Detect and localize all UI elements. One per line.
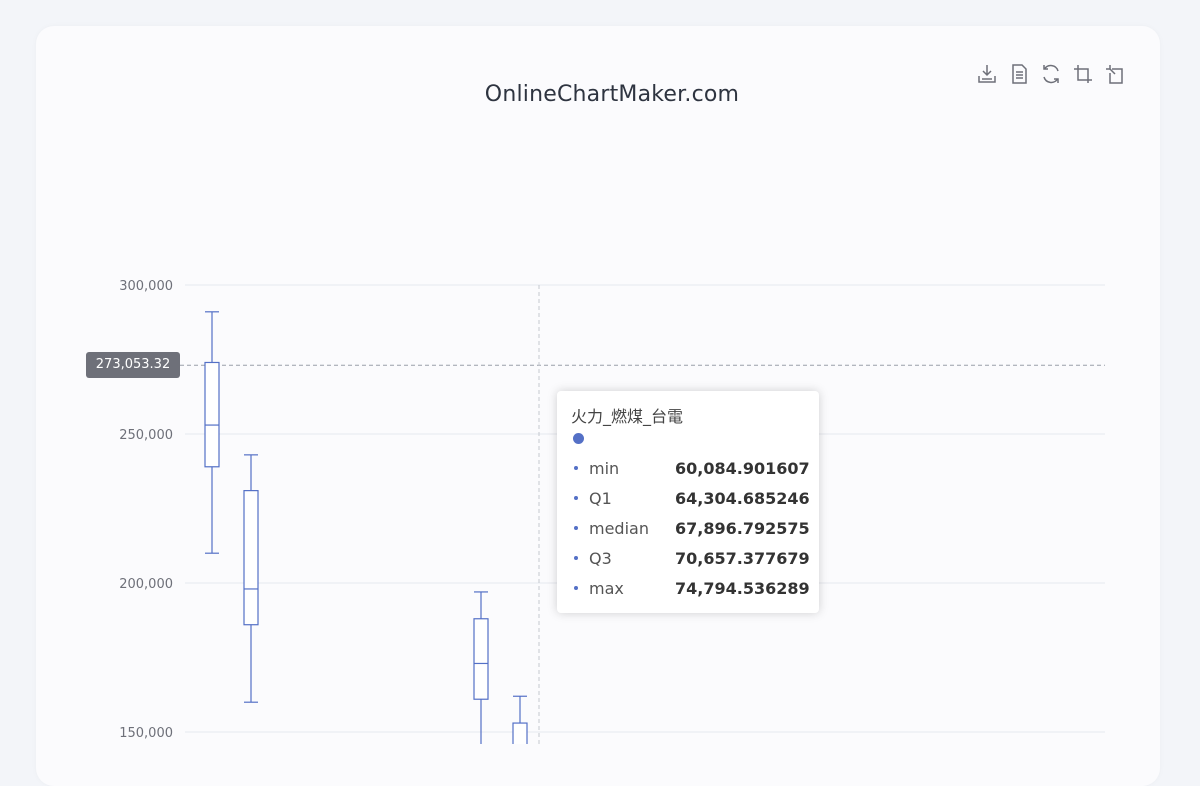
tooltip-row-value: 67,896.792575: [675, 518, 810, 538]
y-tick-label: 250,000: [119, 428, 173, 443]
boxplot-chart: 300,000 250,000 200,000 150,000: [119, 279, 1105, 744]
bullet-icon: [574, 586, 578, 590]
tooltip-row-label: median: [589, 518, 649, 538]
box-1[interactable]: [204, 311, 220, 554]
tooltip-row: median 67,896.792575: [571, 513, 810, 543]
tooltip-row-value: 74,794.536289: [675, 578, 810, 598]
box-3[interactable]: [473, 591, 489, 744]
tooltip-row-label: Q3: [589, 548, 612, 568]
tooltip-title: 火力_燃煤_台電: [571, 407, 684, 426]
tooltip-rows: min 60,084.901607 Q1 64,304.685246 media…: [571, 453, 810, 603]
box-2[interactable]: [243, 454, 259, 703]
tooltip-row-value: 70,657.377679: [675, 548, 810, 568]
tooltip-row: max 74,794.536289: [571, 573, 810, 603]
bullet-icon: [574, 466, 578, 470]
bullet-icon: [574, 526, 578, 530]
tooltip-row-label: max: [589, 578, 624, 598]
iqr-box: [243, 490, 259, 626]
tooltip-row-value: 64,304.685246: [675, 488, 810, 508]
tooltip-row: Q1 64,304.685246: [571, 483, 810, 513]
iqr-box: [473, 618, 489, 700]
bullet-icon: [574, 496, 578, 500]
bullet-icon: [574, 556, 578, 560]
iqr-box: [204, 361, 220, 468]
tooltip-row-label: Q1: [589, 488, 612, 508]
tooltip-row: Q3 70,657.377679: [571, 543, 810, 573]
tooltip: 火力_燃煤_台電 min 60,084.901607 Q1 64,304.685…: [557, 391, 819, 613]
y-tick-label: 300,000: [119, 279, 173, 294]
tooltip-row: min 60,084.901607: [571, 453, 810, 483]
y-tick-label: 200,000: [119, 577, 173, 592]
iqr-box: [512, 722, 528, 744]
y-tick-label: 150,000: [119, 726, 173, 741]
box-4[interactable]: [512, 695, 528, 744]
tooltip-row-value: 60,084.901607: [675, 458, 810, 478]
y-pointer-label: 273,053.32: [86, 352, 180, 378]
series-marker-icon: [573, 433, 584, 444]
tooltip-row-label: min: [589, 458, 620, 478]
